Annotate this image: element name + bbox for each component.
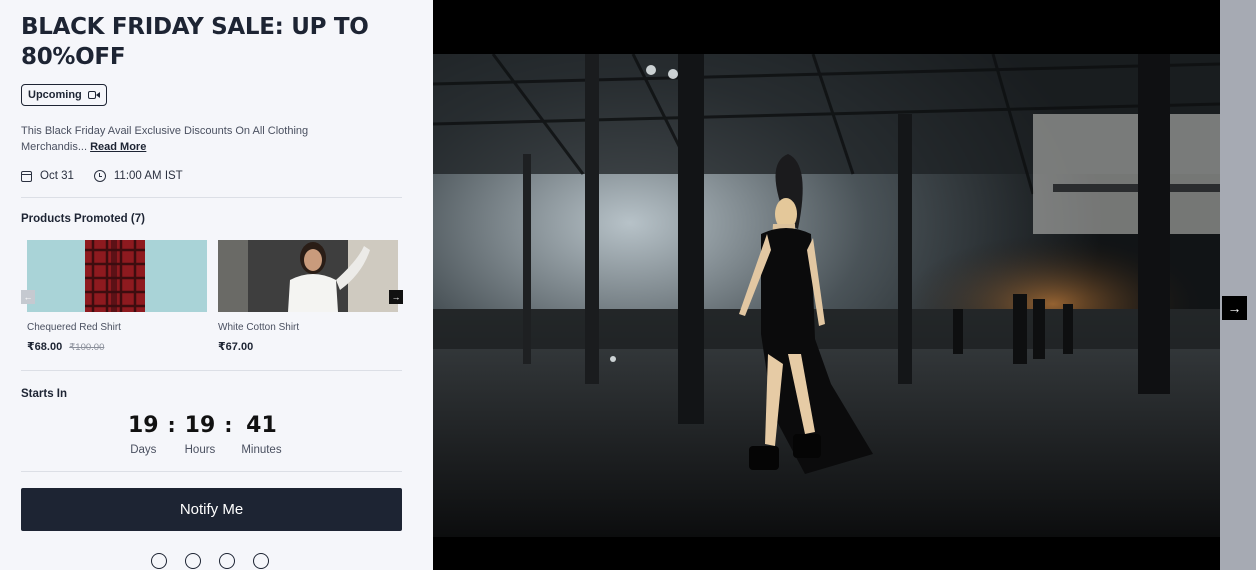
event-time-text: 11:00 AM IST	[113, 170, 183, 182]
starts-in-heading: Starts In	[21, 388, 68, 400]
product-name: White Cotton Shirt	[218, 322, 300, 333]
event-time: 11:00 AM IST	[93, 170, 183, 182]
event-date-text: Oct 31	[40, 170, 74, 182]
divider	[21, 471, 402, 472]
countdown-separator: :	[224, 413, 233, 437]
countdown-minutes: 41 Minutes	[241, 413, 282, 457]
status-badge: Upcoming	[21, 84, 107, 106]
runway-photo	[433, 54, 1220, 537]
countdown-days-label: Days	[130, 444, 157, 456]
status-badge-label: Upcoming	[28, 89, 82, 101]
arrow-right-icon: →	[391, 292, 401, 302]
product-image	[218, 240, 398, 312]
product-image	[27, 240, 207, 312]
divider	[21, 370, 402, 371]
share-icon[interactable]	[253, 553, 269, 569]
products-heading: Products Promoted (7)	[21, 213, 145, 225]
product-card[interactable]: Chequered Red Shirt ₹68.00 ₹100.00	[27, 240, 207, 353]
clock-icon	[93, 170, 106, 182]
media-next-button[interactable]: →	[1222, 296, 1247, 320]
share-icon[interactable]	[151, 553, 167, 569]
arrow-right-icon: →	[1227, 300, 1242, 316]
share-icons	[151, 553, 402, 569]
notify-me-button[interactable]: Notify Me	[21, 488, 402, 531]
countdown-separator: :	[167, 413, 176, 437]
product-name: Chequered Red Shirt	[27, 322, 121, 333]
products-carousel: Chequered Red Shirt ₹68.00 ₹100.00 White…	[21, 240, 403, 362]
video-camera-icon	[87, 91, 100, 99]
countdown-days-value: 19	[128, 413, 159, 438]
share-icon[interactable]	[219, 553, 235, 569]
carousel-prev-button[interactable]: ←	[21, 290, 35, 304]
product-price-row: ₹68.00 ₹100.00	[27, 340, 207, 353]
event-description-text: This Black Friday Avail Exclusive Discou…	[21, 125, 309, 153]
event-schedule: Oct 31 11:00 AM IST	[21, 170, 402, 182]
product-old-price: ₹100.00	[69, 342, 105, 353]
event-description: This Black Friday Avail Exclusive Discou…	[21, 123, 351, 155]
calendar-icon	[21, 170, 32, 182]
product-price-row: ₹67.00	[218, 340, 398, 353]
countdown-days: 19 Days	[128, 413, 159, 457]
read-more-link[interactable]: Read More	[90, 141, 146, 153]
countdown-hours-label: Hours	[184, 444, 216, 456]
product-price: ₹67.00	[218, 341, 254, 353]
event-details-panel: BLACK FRIDAY SALE: UP TO 80%OFF Upcoming…	[0, 0, 433, 570]
next-slide-strip	[1220, 0, 1256, 570]
countdown-minutes-value: 41	[246, 413, 277, 438]
event-date: Oct 31	[21, 170, 74, 182]
event-title: BLACK FRIDAY SALE: UP TO 80%OFF	[21, 14, 369, 70]
countdown-hours: 19 Hours	[184, 413, 216, 457]
red-shirt-illustration	[27, 240, 207, 312]
countdown-minutes-label: Minutes	[241, 444, 282, 456]
event-media-viewer	[433, 0, 1220, 570]
countdown-hours-value: 19	[184, 413, 216, 438]
share-icon[interactable]	[185, 553, 201, 569]
carousel-next-button[interactable]: →	[389, 290, 403, 304]
product-price: ₹68.00	[27, 341, 63, 353]
countdown-timer: 19 Days : 19 Hours : 41 Minutes	[128, 413, 402, 457]
divider	[21, 197, 402, 198]
white-shirt-illustration	[218, 240, 398, 312]
product-card[interactable]: White Cotton Shirt ₹67.00	[218, 240, 398, 353]
arrow-left-icon: ←	[23, 292, 33, 302]
